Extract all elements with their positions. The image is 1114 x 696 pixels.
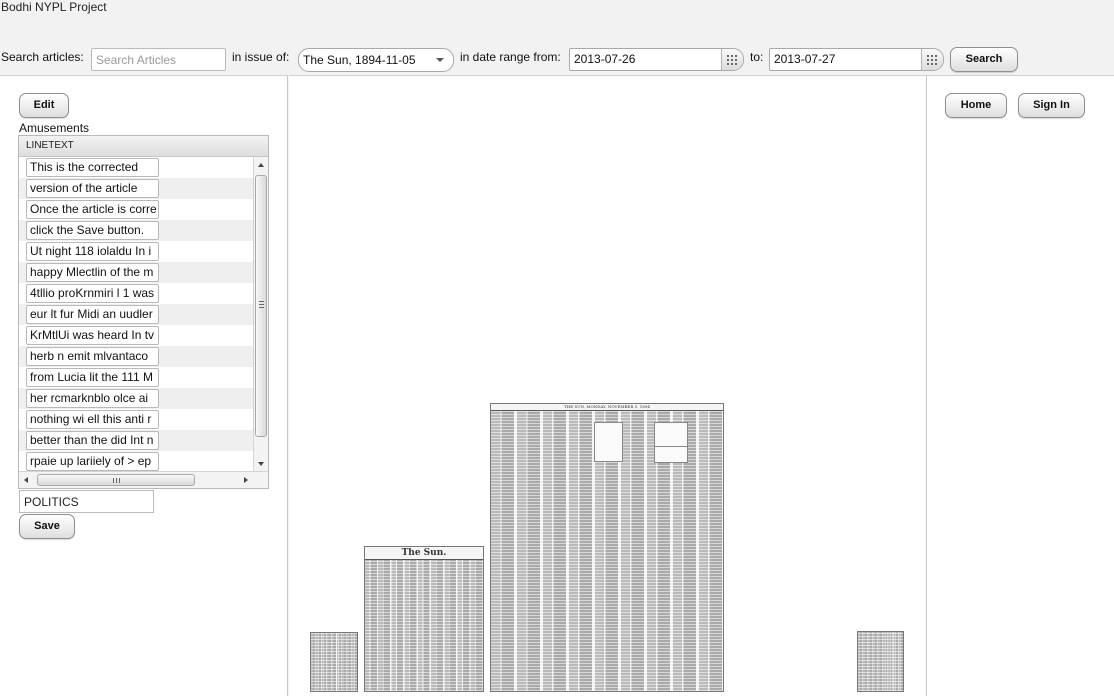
date-from-picker-button[interactable] [721, 49, 743, 70]
linetext-cell[interactable]: 4tllio proKrnmiri l 1 was [26, 284, 159, 303]
save-button[interactable]: Save [19, 514, 75, 539]
app-title: Bodhi NYPL Project [1, 0, 107, 14]
table-row[interactable]: rpaie up lariiely of > ep [19, 451, 254, 472]
article-section-title: Amusements [19, 121, 90, 135]
vertical-scroll-thumb[interactable] [255, 175, 267, 437]
horizontal-scroll-thumb[interactable] [37, 474, 195, 486]
date-from-value: 2013-07-26 [574, 52, 636, 66]
table-row[interactable]: click the Save button. [19, 220, 254, 241]
table-row[interactable]: This is the corrected [19, 157, 254, 178]
page-front[interactable]: The Sun. [364, 546, 484, 692]
table-row[interactable]: from Lucia lit the 111 M [19, 367, 254, 388]
search-articles-label: Search articles: [1, 50, 84, 64]
calendar-icon [927, 54, 938, 65]
page-front-masthead: The Sun. [365, 547, 483, 560]
table-row[interactable]: Ut night 118 iolaldu In i [19, 241, 254, 262]
linetext-cell[interactable]: better than the did Int n [26, 431, 159, 450]
home-button[interactable]: Home [945, 93, 1007, 118]
linetext-cell[interactable]: herb n emit mlvantaco [26, 347, 159, 366]
table-row[interactable]: her rcmarknblo olce ai [19, 388, 254, 409]
linetext-cell[interactable]: eur lt fur Midi an uudler [26, 305, 159, 324]
nav-panel: Home Sign In [926, 75, 1114, 696]
scroll-right-icon[interactable] [244, 477, 248, 483]
calendar-icon [727, 54, 738, 65]
linetext-cell[interactable]: from Lucia lit the 111 M [26, 368, 159, 387]
date-from-label: in date range from: [460, 50, 561, 64]
grid-rows: This is the corrected version of the arti… [19, 157, 254, 472]
linetext-cell[interactable]: rpaie up lariiely of > ep [26, 452, 159, 471]
page-thumb-left-small[interactable] [310, 632, 358, 692]
issue-select[interactable]: The Sun, 1894-11-05 [298, 48, 454, 72]
linetext-cell[interactable]: nothing wi ell this anti r [26, 410, 159, 429]
ad-block [594, 422, 623, 462]
grip-icon [113, 478, 120, 483]
search-button[interactable]: Search [950, 47, 1018, 72]
page-current-masthead: THE SUN, MONDAY, NOVEMBER 5, 1894 [491, 404, 723, 411]
issue-label: in issue of: [232, 50, 290, 64]
page-thumb-right-small[interactable] [857, 631, 904, 692]
horizontal-scrollbar[interactable] [19, 471, 268, 488]
grip-icon [259, 301, 264, 308]
issue-select-value: The Sun, 1894-11-05 [303, 53, 416, 67]
table-row[interactable]: KrMtlUi was heard In tv [19, 325, 254, 346]
date-to-field[interactable]: 2013-07-27 [769, 48, 944, 71]
table-row[interactable]: Once the article is corre [19, 199, 254, 220]
scroll-left-icon[interactable] [24, 477, 28, 483]
newspaper-viewer: The Sun. THE SUN, MONDAY, NOVEMBER 5, 18… [289, 75, 926, 696]
table-row[interactable]: herb n emit mlvantaco [19, 346, 254, 367]
linetext-cell[interactable]: Ut night 118 iolaldu In i [26, 242, 159, 261]
page-current[interactable]: THE SUN, MONDAY, NOVEMBER 5, 1894 [490, 403, 724, 692]
table-row[interactable]: eur lt fur Midi an uudler [19, 304, 254, 325]
linetext-cell[interactable]: This is the corrected [26, 158, 159, 177]
sign-in-button[interactable]: Sign In [1018, 93, 1085, 118]
linetext-cell[interactable]: Once the article is corre [26, 200, 159, 219]
date-to-picker-button[interactable] [921, 49, 943, 70]
edit-button[interactable]: Edit [19, 93, 69, 118]
linetext-cell[interactable]: her rcmarknblo olce ai [26, 389, 159, 408]
date-from-field[interactable]: 2013-07-26 [569, 48, 744, 71]
vertical-scrollbar[interactable] [253, 157, 268, 472]
scroll-down-icon[interactable] [258, 462, 264, 466]
search-bar: Search articles: in issue of: The Sun, 1… [0, 46, 1114, 74]
table-row[interactable]: nothing wi ell this anti r [19, 409, 254, 430]
linetext-grid: LINETEXT This is the corrected version of… [18, 135, 269, 489]
date-to-label: to: [750, 50, 764, 64]
table-row[interactable]: happy Mlectlin of the m [19, 262, 254, 283]
article-editor-panel: Edit Amusements LINETEXT This is the cor… [0, 75, 288, 696]
grid-column-header[interactable]: LINETEXT [19, 136, 268, 157]
scroll-up-icon[interactable] [258, 163, 264, 167]
linetext-cell[interactable]: version of the article [26, 179, 159, 198]
chevron-down-icon[interactable] [436, 58, 444, 62]
table-row[interactable]: 4tllio proKrnmiri l 1 was [19, 283, 254, 304]
category-field[interactable] [19, 490, 154, 513]
linetext-cell[interactable]: KrMtlUi was heard In tv [26, 326, 159, 345]
table-row[interactable]: better than the did Int n [19, 430, 254, 451]
date-to-value: 2013-07-27 [774, 52, 836, 66]
linetext-cell[interactable]: click the Save button. [26, 221, 159, 240]
ad-block [654, 446, 688, 463]
table-row[interactable]: version of the article [19, 178, 254, 199]
linetext-cell[interactable]: happy Mlectlin of the m [26, 263, 159, 282]
search-articles-input[interactable] [91, 48, 226, 71]
